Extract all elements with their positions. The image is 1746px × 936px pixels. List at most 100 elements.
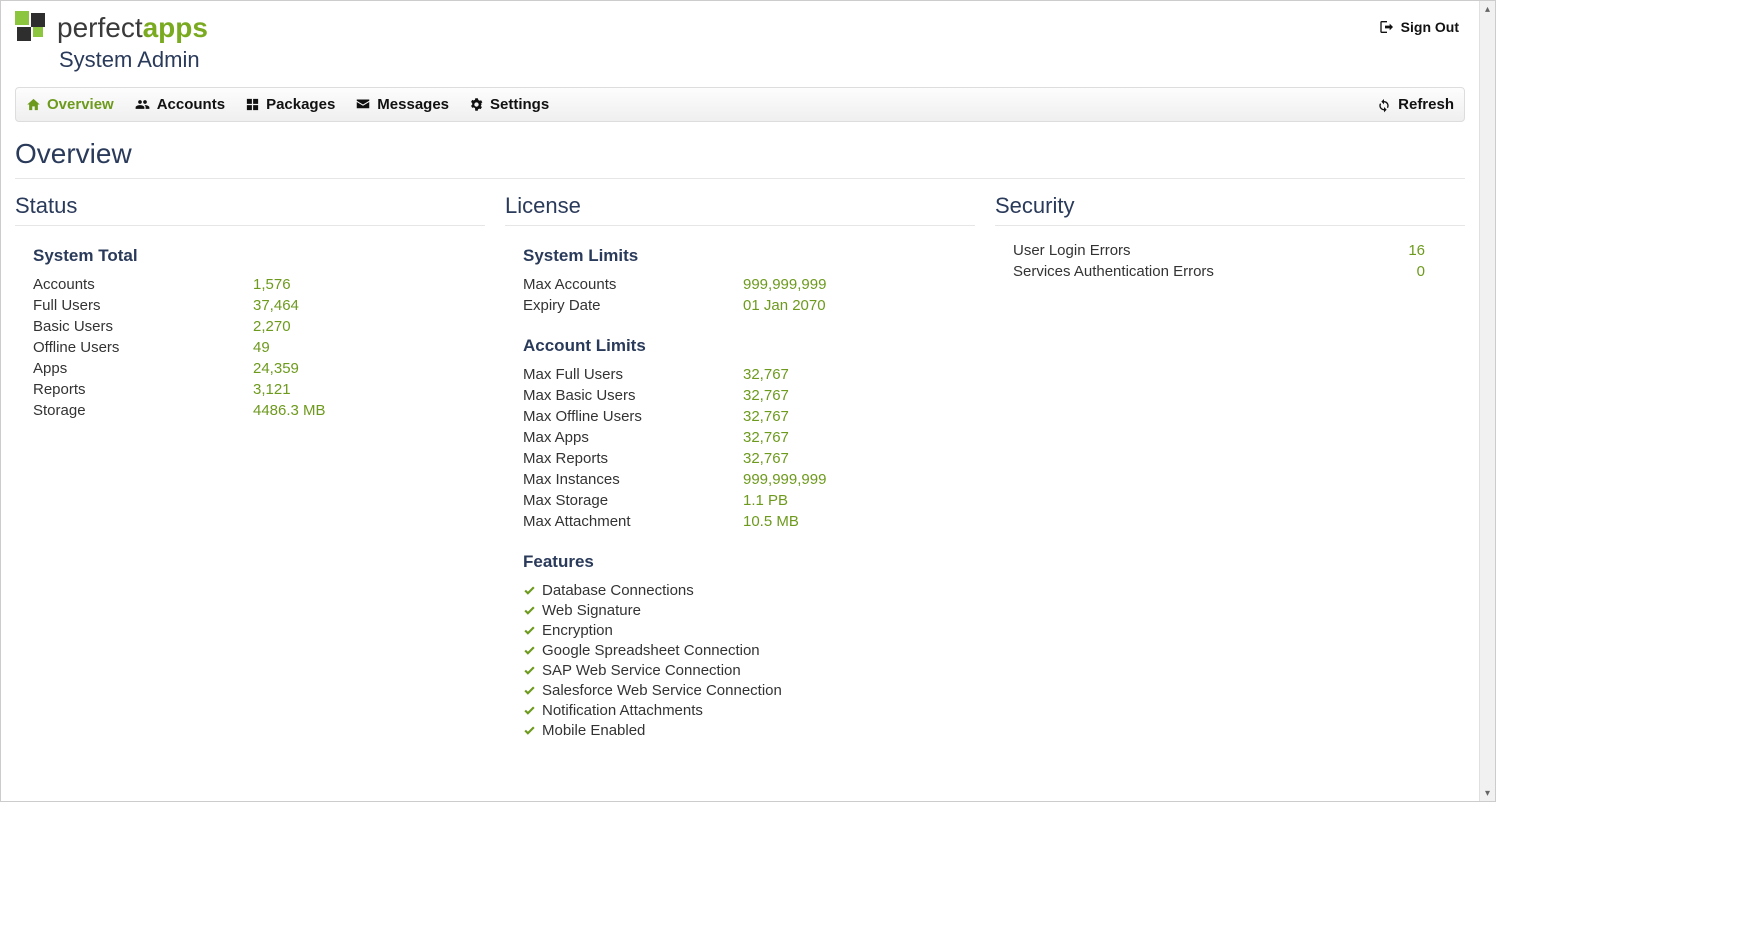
scrollbar-down-icon[interactable]: ▾ — [1480, 785, 1495, 801]
kv-value: 32,767 — [743, 387, 789, 404]
nav-messages-label: Messages — [377, 96, 449, 113]
kv-value: 32,767 — [743, 429, 789, 446]
kv-label: Offline Users — [33, 339, 253, 356]
kv-row: Basic Users2,270 — [33, 318, 485, 335]
system-limits-heading: System Limits — [523, 246, 975, 266]
refresh-button[interactable]: Refresh — [1376, 96, 1454, 113]
nav-messages[interactable]: Messages — [355, 96, 449, 113]
check-icon — [523, 644, 536, 657]
sign-out-icon — [1379, 19, 1395, 35]
brand: perfectapps System Admin — [15, 11, 208, 73]
home-icon — [26, 97, 41, 112]
scrollbar[interactable]: ▴ ▾ — [1479, 1, 1495, 801]
brand-prefix: perfect — [57, 12, 143, 43]
kv-row: Max Offline Users32,767 — [523, 408, 975, 425]
kv-value: 999,999,999 — [743, 276, 826, 293]
check-icon — [523, 684, 536, 697]
kv-row: Max Apps32,767 — [523, 429, 975, 446]
kv-row: Max Full Users32,767 — [523, 366, 975, 383]
kv-value: 49 — [253, 339, 270, 356]
kv-label: Full Users — [33, 297, 253, 314]
kv-label: Apps — [33, 360, 253, 377]
kv-row: Max Instances999,999,999 — [523, 471, 975, 488]
gear-icon — [469, 97, 484, 112]
kv-value: 1,576 — [253, 276, 291, 293]
kv-row: Full Users37,464 — [33, 297, 485, 314]
refresh-icon — [1376, 97, 1392, 113]
kv-row: Max Attachment10.5 MB — [523, 513, 975, 530]
security-heading: Security — [995, 193, 1465, 226]
sign-out-button[interactable]: Sign Out — [1379, 11, 1465, 35]
kv-value: 2,270 — [253, 318, 291, 335]
packages-icon — [245, 97, 260, 112]
nav-settings[interactable]: Settings — [469, 96, 549, 113]
kv-label: Max Storage — [523, 492, 743, 509]
feature-label: Mobile Enabled — [542, 722, 645, 739]
features-heading: Features — [523, 552, 975, 572]
feature-row: Mobile Enabled — [523, 722, 975, 739]
license-column: License System Limits Max Accounts999,99… — [505, 193, 975, 742]
kv-value: 32,767 — [743, 408, 789, 425]
kv-row: Offline Users49 — [33, 339, 485, 356]
kv-row: Accounts1,576 — [33, 276, 485, 293]
nav-overview[interactable]: Overview — [26, 96, 114, 113]
kv-value: 32,767 — [743, 450, 789, 467]
kv-value: 10.5 MB — [743, 513, 799, 530]
feature-label: Notification Attachments — [542, 702, 703, 719]
kv-value: 1.1 PB — [743, 492, 788, 509]
kv-label: Max Reports — [523, 450, 743, 467]
nav-packages[interactable]: Packages — [245, 96, 335, 113]
check-icon — [523, 624, 536, 637]
security-label: Services Authentication Errors — [1013, 263, 1214, 280]
feature-row: Notification Attachments — [523, 702, 975, 719]
kv-label: Basic Users — [33, 318, 253, 335]
feature-label: Database Connections — [542, 582, 694, 599]
kv-label: Max Basic Users — [523, 387, 743, 404]
check-icon — [523, 704, 536, 717]
check-icon — [523, 724, 536, 737]
brand-text: perfectapps — [57, 12, 208, 44]
kv-label: Max Instances — [523, 471, 743, 488]
logo-icon — [15, 11, 49, 45]
kv-value: 3,121 — [253, 381, 291, 398]
nav-accounts-label: Accounts — [157, 96, 225, 113]
feature-row: Web Signature — [523, 602, 975, 619]
kv-label: Max Offline Users — [523, 408, 743, 425]
kv-label: Reports — [33, 381, 253, 398]
security-column: Security User Login Errors16Services Aut… — [995, 193, 1465, 742]
nav-accounts[interactable]: Accounts — [134, 96, 225, 113]
refresh-label: Refresh — [1398, 96, 1454, 113]
check-icon — [523, 584, 536, 597]
brand-suffix: apps — [143, 12, 208, 43]
page-title: Overview — [15, 138, 1465, 170]
nav-settings-label: Settings — [490, 96, 549, 113]
security-value: 16 — [1408, 242, 1425, 259]
feature-row: Salesforce Web Service Connection — [523, 682, 975, 699]
feature-row: SAP Web Service Connection — [523, 662, 975, 679]
kv-label: Storage — [33, 402, 253, 419]
kv-label: Max Full Users — [523, 366, 743, 383]
kv-row: Max Basic Users32,767 — [523, 387, 975, 404]
status-heading: Status — [15, 193, 485, 226]
divider — [15, 178, 1465, 179]
kv-row: Expiry Date01 Jan 2070 — [523, 297, 975, 314]
kv-value: 24,359 — [253, 360, 299, 377]
kv-value: 999,999,999 — [743, 471, 826, 488]
feature-row: Database Connections — [523, 582, 975, 599]
kv-value: 4486.3 MB — [253, 402, 326, 419]
feature-label: Web Signature — [542, 602, 641, 619]
kv-row: Max Accounts999,999,999 — [523, 276, 975, 293]
system-total-heading: System Total — [33, 246, 485, 266]
security-row: Services Authentication Errors0 — [1013, 263, 1465, 280]
kv-row: Storage4486.3 MB — [33, 402, 485, 419]
scrollbar-up-icon[interactable]: ▴ — [1480, 1, 1495, 17]
feature-label: Google Spreadsheet Connection — [542, 642, 760, 659]
kv-label: Max Accounts — [523, 276, 743, 293]
brand-subtitle: System Admin — [59, 47, 208, 73]
feature-label: SAP Web Service Connection — [542, 662, 741, 679]
kv-row: Reports3,121 — [33, 381, 485, 398]
feature-label: Encryption — [542, 622, 613, 639]
kv-label: Expiry Date — [523, 297, 743, 314]
users-icon — [134, 97, 151, 112]
account-limits-heading: Account Limits — [523, 336, 975, 356]
